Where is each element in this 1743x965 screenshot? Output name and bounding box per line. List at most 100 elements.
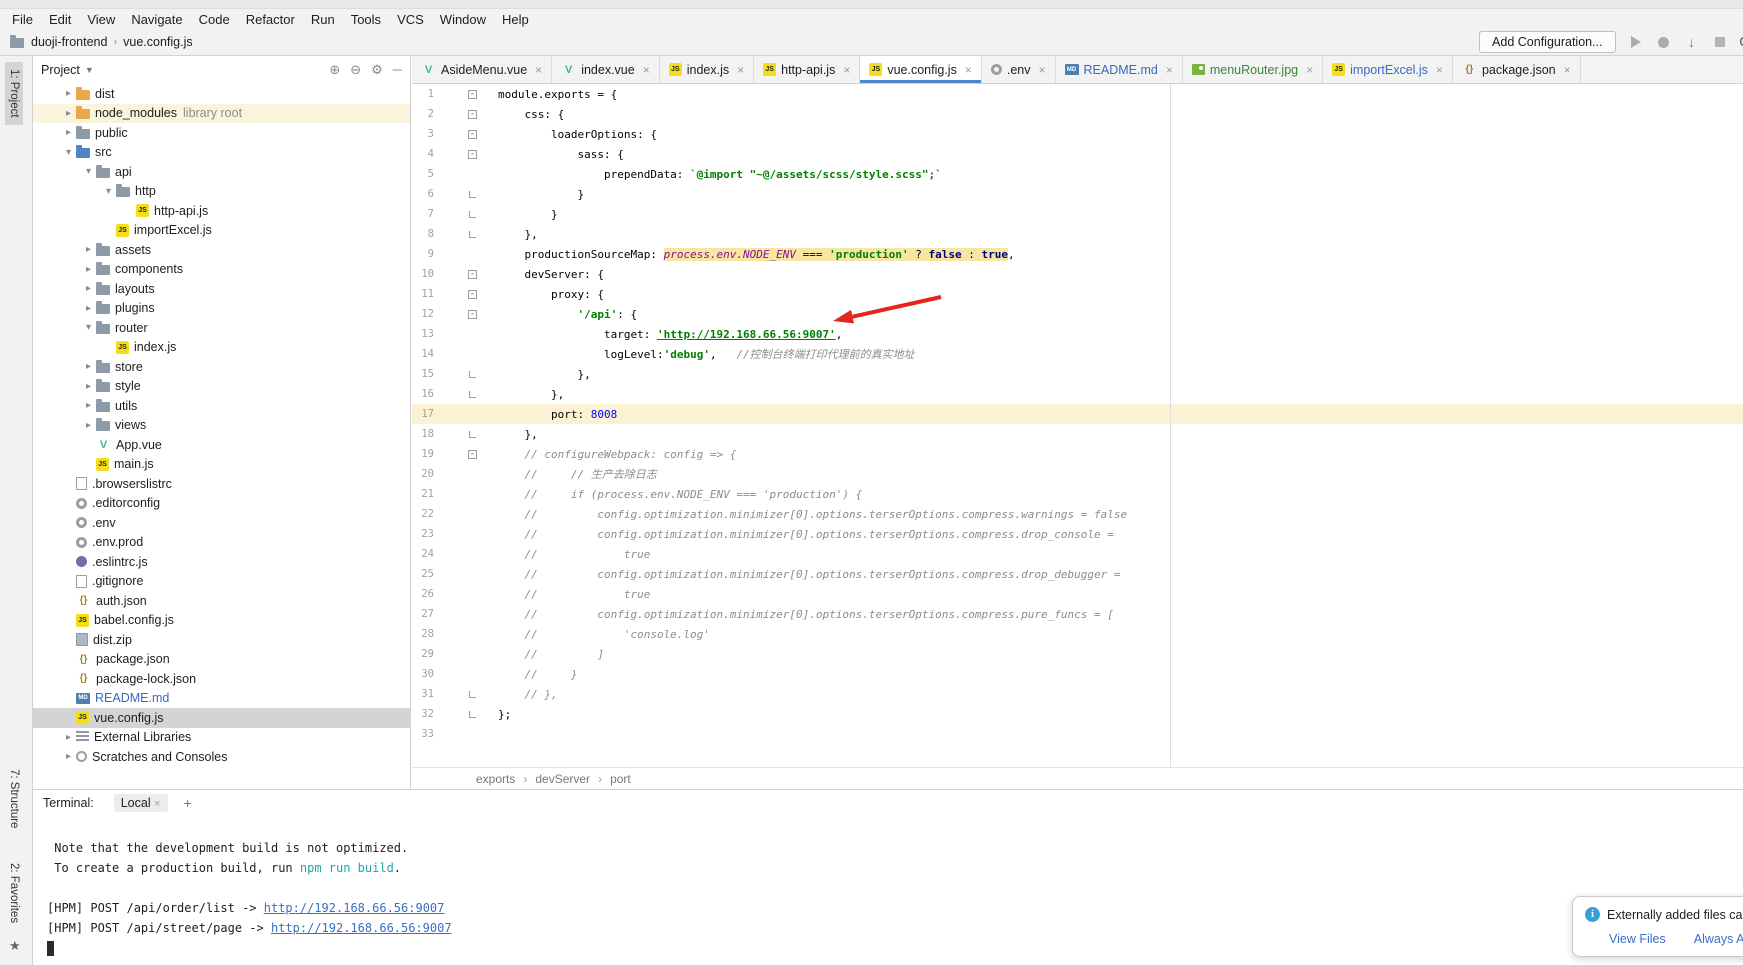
menu-item-code[interactable]: Code [191, 11, 238, 28]
code-line[interactable]: 7 } [412, 204, 1743, 224]
chevron-down-icon[interactable]: ▾ [81, 166, 96, 177]
fold-icon[interactable]: - [468, 310, 477, 319]
breadcrumb-file[interactable]: vue.config.js [123, 35, 192, 49]
close-icon[interactable]: × [737, 63, 744, 77]
code-line[interactable]: 10- devServer: { [412, 264, 1743, 284]
tab-menuRouter.jpg[interactable]: menuRouter.jpg× [1183, 56, 1323, 83]
chevron-right-icon[interactable]: ▸ [81, 264, 96, 275]
tree-item-src[interactable]: ▾src [33, 143, 410, 163]
code-line[interactable]: 15 }, [412, 364, 1743, 384]
chevron-right-icon[interactable]: ▸ [61, 127, 76, 138]
tree-item-auth.json[interactable]: {}auth.json [33, 591, 410, 611]
tree-item-vue.config.js[interactable]: JSvue.config.js [33, 708, 410, 728]
code-line[interactable]: 23 // config.optimization.minimizer[0].o… [412, 524, 1743, 544]
tree-item-Scratches and Consoles[interactable]: ▸Scratches and Consoles [33, 747, 410, 767]
close-icon[interactable]: × [1038, 63, 1045, 77]
breadcrumb-exports[interactable]: exports [476, 772, 515, 786]
code-line[interactable]: 6 } [412, 184, 1743, 204]
code-line[interactable]: 2- css: { [412, 104, 1743, 124]
terminal-tab-local[interactable]: Local × [114, 794, 168, 812]
settings-icon[interactable]: ⚙ [371, 62, 383, 78]
locate-file-icon[interactable]: ⊕ [329, 62, 340, 78]
chevron-right-icon[interactable]: ▸ [61, 88, 76, 99]
menu-item-run[interactable]: Run [303, 11, 343, 28]
tree-item-.eslintrc.js[interactable]: .eslintrc.js [33, 552, 410, 572]
close-icon[interactable]: × [843, 63, 850, 77]
tab-index.vue[interactable]: Vindex.vue× [552, 56, 660, 83]
code-line[interactable]: 1-module.exports = { [412, 84, 1743, 104]
terminal-link[interactable]: http://192.168.66.56:9007 [264, 901, 445, 915]
fold-icon[interactable]: - [468, 130, 477, 139]
chevron-right-icon[interactable]: ▸ [81, 381, 96, 392]
collapse-all-icon[interactable]: ⊖ [350, 62, 361, 78]
project-panel-title[interactable]: Project [41, 63, 80, 77]
view-files-link[interactable]: View Files [1609, 932, 1666, 946]
tree-item-index.js[interactable]: JSindex.js [33, 338, 410, 358]
close-icon[interactable]: × [1564, 63, 1571, 77]
fold-icon[interactable] [469, 231, 476, 238]
code-line[interactable]: 12- '/api': { [412, 304, 1743, 324]
code-line[interactable]: 32}; [412, 704, 1743, 724]
tree-item-assets[interactable]: ▸assets [33, 240, 410, 260]
run-icon[interactable] [1628, 34, 1644, 50]
tree-item-router[interactable]: ▾router [33, 318, 410, 338]
fold-icon[interactable] [469, 371, 476, 378]
code-line[interactable]: 19- // configureWebpack: config => { [412, 444, 1743, 464]
chevron-down-icon[interactable]: ▾ [81, 322, 96, 333]
breadcrumb-port[interactable]: port [610, 772, 631, 786]
close-icon[interactable]: × [643, 63, 650, 77]
chevron-down-icon[interactable]: ▾ [61, 147, 76, 158]
tree-item-dist[interactable]: ▸dist [33, 84, 410, 104]
fold-icon[interactable]: - [468, 90, 477, 99]
tree-item-utils[interactable]: ▸utils [33, 396, 410, 416]
tree-item-package-lock.json[interactable]: {}package-lock.json [33, 669, 410, 689]
chevron-right-icon[interactable]: ▸ [81, 303, 96, 314]
fold-icon[interactable] [469, 711, 476, 718]
menu-item-window[interactable]: Window [432, 11, 494, 28]
code-line[interactable]: 25 // config.optimization.minimizer[0].o… [412, 564, 1743, 584]
code-line[interactable]: 21 // if (process.env.NODE_ENV === 'prod… [412, 484, 1743, 504]
tab-http-api.js[interactable]: JShttp-api.js× [754, 56, 860, 83]
code-line[interactable]: 9 productionSourceMap: process.env.NODE_… [412, 244, 1743, 264]
code-line[interactable]: 22 // config.optimization.minimizer[0].o… [412, 504, 1743, 524]
breadcrumb-project[interactable]: duoji-frontend [31, 35, 107, 49]
chevron-right-icon[interactable]: ▸ [81, 400, 96, 411]
fold-icon[interactable]: - [468, 450, 477, 459]
tree-item-External Libraries[interactable]: ▸External Libraries [33, 728, 410, 748]
tree-item-.env[interactable]: .env [33, 513, 410, 533]
code-line[interactable]: 3- loaderOptions: { [412, 124, 1743, 144]
stop-icon[interactable] [1712, 34, 1728, 50]
new-terminal-tab-icon[interactable]: + [184, 795, 192, 811]
tab-package.json[interactable]: {}package.json× [1453, 56, 1581, 83]
chevron-right-icon[interactable]: ▸ [61, 108, 76, 119]
code-line[interactable]: 27 // config.optimization.minimizer[0].o… [412, 604, 1743, 624]
fold-icon[interactable] [469, 691, 476, 698]
code-line[interactable]: 8 }, [412, 224, 1743, 244]
tree-item-importExcel.js[interactable]: JSimportExcel.js [33, 221, 410, 241]
code-line[interactable]: 29 // ] [412, 644, 1743, 664]
add-configuration-button[interactable]: Add Configuration... [1479, 31, 1616, 53]
code-line[interactable]: 17 port: 8008 [412, 404, 1743, 424]
code-line[interactable]: 30 // } [412, 664, 1743, 684]
code-line[interactable]: 13 target: 'http://192.168.66.56:9007', [412, 324, 1743, 344]
breadcrumb-devServer[interactable]: devServer [535, 772, 590, 786]
code-line[interactable]: 11- proxy: { [412, 284, 1743, 304]
tool-button-structure[interactable]: 7: Structure [5, 762, 23, 835]
tree-item-api[interactable]: ▾api [33, 162, 410, 182]
code-line[interactable]: 14 logLevel:'debug', //控制台终端打印代理前的真实地址 [412, 344, 1743, 364]
fold-icon[interactable]: - [468, 290, 477, 299]
always-add-link[interactable]: Always Add [1694, 932, 1743, 946]
close-icon[interactable]: × [965, 63, 972, 77]
code-line[interactable]: 26 // true [412, 584, 1743, 604]
tab-vue.config.js[interactable]: JSvue.config.js× [860, 56, 982, 83]
update-project-icon[interactable]: ↓ [1684, 34, 1700, 50]
fold-icon[interactable] [469, 391, 476, 398]
tree-item-.env.prod[interactable]: .env.prod [33, 533, 410, 553]
code-line[interactable]: 16 }, [412, 384, 1743, 404]
tree-item-package.json[interactable]: {}package.json [33, 650, 410, 670]
tab-index.js[interactable]: JSindex.js× [660, 56, 754, 83]
menu-item-refactor[interactable]: Refactor [238, 11, 303, 28]
tree-item-.gitignore[interactable]: .gitignore [33, 572, 410, 592]
code-line[interactable]: 18 }, [412, 424, 1743, 444]
tree-item-App.vue[interactable]: VApp.vue [33, 435, 410, 455]
